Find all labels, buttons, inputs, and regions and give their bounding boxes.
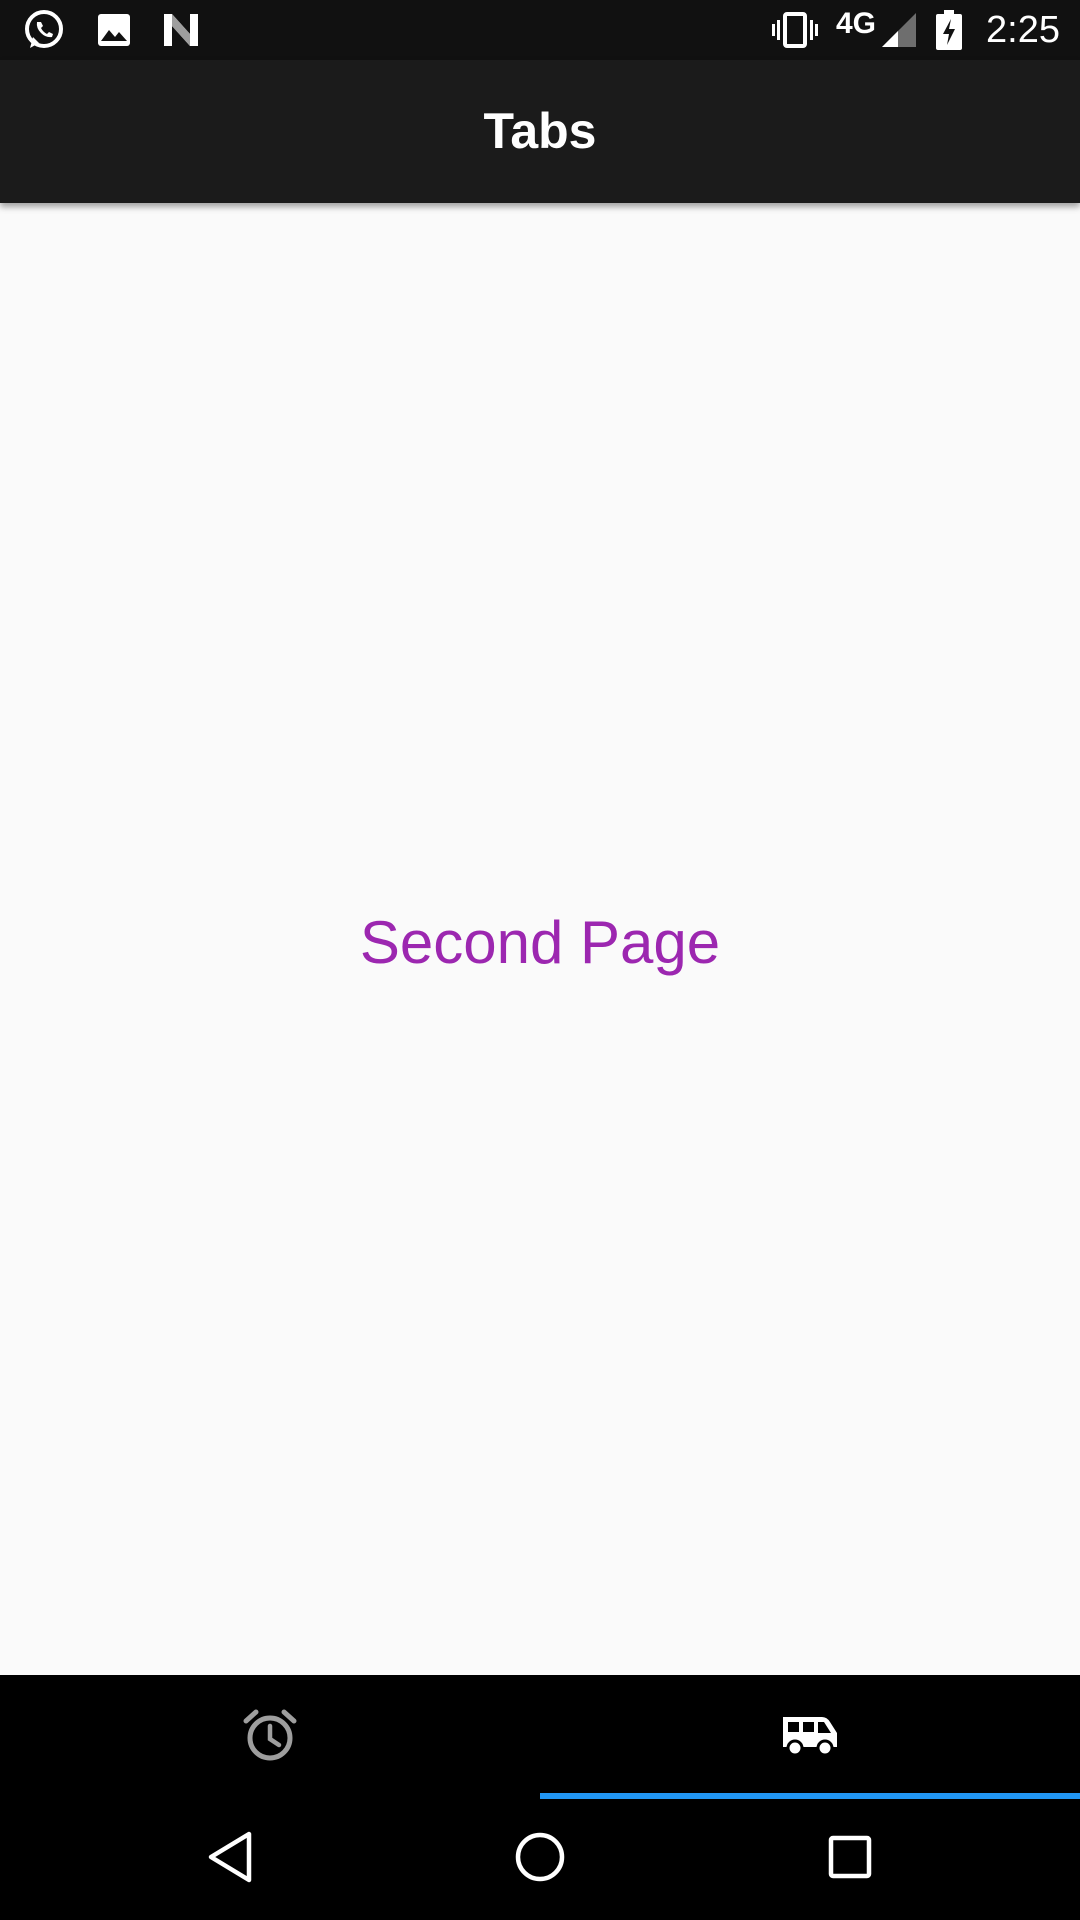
status-bar: 4G 2:25 xyxy=(0,0,1080,60)
battery-charging-icon xyxy=(936,10,963,50)
back-button[interactable] xyxy=(185,1819,275,1899)
tab-alarm[interactable] xyxy=(0,1675,540,1799)
recents-icon xyxy=(827,1834,873,1885)
recents-button[interactable] xyxy=(805,1819,895,1899)
app-bar: Tabs xyxy=(0,60,1080,203)
notification-icons xyxy=(22,8,200,52)
system-status: 4G 2:25 xyxy=(772,6,1060,54)
tab-content: Second Page xyxy=(0,203,1080,1675)
shuttle-van-icon xyxy=(780,1713,840,1762)
whatsapp-icon xyxy=(22,8,66,52)
bottom-tab-bar xyxy=(0,1675,1080,1799)
image-icon xyxy=(96,12,132,48)
app-screen: 4G 2:25 Tabs Second Page xyxy=(0,0,1080,1920)
network-type-label: 4G xyxy=(836,7,877,40)
status-clock: 2:25 xyxy=(986,9,1060,51)
alarm-clock-icon xyxy=(242,1707,298,1768)
page-label: Second Page xyxy=(359,909,721,976)
n-icon xyxy=(162,12,200,48)
tab-van[interactable] xyxy=(540,1675,1080,1799)
home-button[interactable] xyxy=(495,1819,585,1899)
home-icon xyxy=(514,1831,566,1888)
signal-icon xyxy=(880,11,918,49)
back-icon xyxy=(205,1830,255,1889)
page-title: Tabs xyxy=(483,103,597,159)
system-nav-bar xyxy=(0,1799,1080,1920)
vibrate-icon xyxy=(772,10,818,50)
